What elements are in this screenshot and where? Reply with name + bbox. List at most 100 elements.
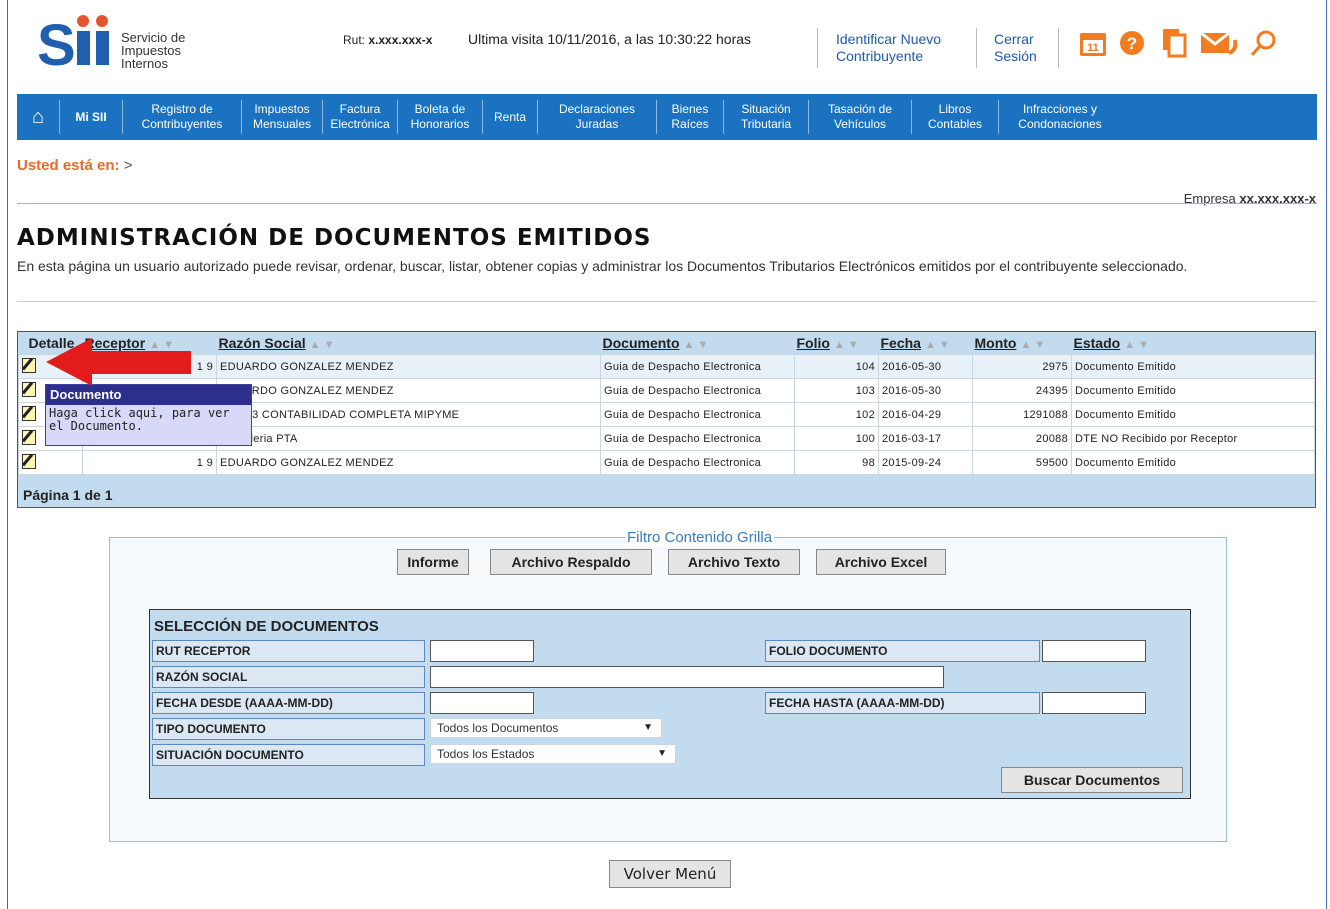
edit-document-icon[interactable] — [22, 357, 36, 373]
nav-renta[interactable]: Renta — [482, 100, 537, 134]
buscar-documentos-button[interactable]: Buscar Documentos — [1001, 767, 1183, 793]
page-title: ADMINISTRACIÓN DE DOCUMENTOS EMITIDOS — [17, 225, 652, 251]
help-icon[interactable]: ? — [1115, 25, 1149, 61]
archivo-respaldo-button[interactable]: Archivo Respaldo — [490, 549, 652, 575]
header-divider — [1058, 28, 1059, 68]
detail-cell — [18, 450, 83, 475]
folio-cell: 102 — [794, 402, 879, 427]
monto-cell: 20088 — [972, 426, 1072, 451]
selection-title: SELECCIÓN DE DOCUMENTOS — [154, 618, 379, 635]
edit-document-icon[interactable] — [22, 381, 36, 397]
nav-tasacion-vehiculos[interactable]: Tasación de Vehículos — [808, 100, 911, 134]
col-fecha[interactable]: Fecha ▲ ▼ — [879, 332, 973, 355]
divider — [17, 301, 1317, 302]
estado-cell: Documento Emitido — [1071, 450, 1315, 475]
col-razon-social[interactable]: Razón Social ▲ ▼ — [217, 332, 601, 355]
nav-impuestos-mensuales[interactable]: Impuestos Mensuales — [241, 100, 322, 134]
breadcrumb: Usted está en: > — [17, 157, 133, 174]
razon-cell: EDUARDO GONZALEZ MENDEZ — [216, 450, 601, 475]
fecha-hasta-input[interactable] — [1042, 692, 1146, 714]
fecha-cell: 2016-03-17 — [878, 426, 973, 451]
estado-cell: Documento Emitido — [1071, 402, 1315, 427]
monto-cell: 59500 — [972, 450, 1072, 475]
logo-text: Servicio de Impuestos Internos — [121, 30, 186, 71]
razon-social-label: RAZÓN SOCIAL — [152, 666, 425, 688]
search-icon[interactable] — [1246, 25, 1280, 61]
page-description: En esta página un usuario autorizado pue… — [17, 258, 1188, 274]
folio-cell: 103 — [794, 378, 879, 403]
tipo-documento-label: TIPO DOCUMENTO — [152, 718, 425, 740]
volver-menu-button[interactable]: Volver Menú — [609, 860, 731, 888]
monto-cell: 24395 — [972, 378, 1072, 403]
documento-cell: Guia de Despacho Electronica — [600, 402, 795, 427]
tooltip-body: Haga click aqui, para ver el Documento. — [49, 406, 230, 433]
receptor-cell: 1 9 — [82, 450, 217, 475]
sort-arrows-icon[interactable]: ▲ ▼ — [1020, 339, 1045, 351]
razon-cell: Panaderia PTA — [216, 426, 601, 451]
estado-cell: Documento Emitido — [1071, 378, 1315, 403]
calendar-icon[interactable]: 11 — [1076, 25, 1110, 61]
filter-legend: Filtro Contenido Grilla — [625, 529, 775, 546]
informe-button[interactable]: Informe — [397, 549, 469, 575]
edit-document-icon[interactable] — [22, 453, 36, 469]
col-estado[interactable]: Estado ▲ ▼ — [1072, 332, 1315, 355]
nav-registro-contribuyentes[interactable]: Registro de Contribuyentes — [122, 100, 241, 134]
documents-icon[interactable] — [1157, 25, 1191, 61]
col-folio[interactable]: Folio ▲ ▼ — [795, 332, 879, 355]
mail-icon[interactable] — [1198, 25, 1240, 61]
rut-display: Rut: x.xxx.xxx-x — [343, 33, 433, 47]
nav-infracciones-condonaciones[interactable]: Infracciones y Condonaciones — [998, 100, 1121, 134]
red-arrow-annotation — [46, 338, 191, 386]
header-divider — [976, 28, 977, 68]
document-tooltip: Documento Haga click aqui, para ver el D… — [45, 384, 252, 446]
monto-cell: 2975 — [972, 354, 1072, 379]
razon-social-input[interactable] — [430, 666, 944, 688]
nav-libros-contables[interactable]: Libros Contables — [911, 100, 998, 134]
nav-factura-electronica[interactable]: Factura Electrónica — [322, 100, 397, 134]
tooltip-title: Documento — [46, 385, 251, 405]
estado-cell: DTE NO Recibido por Receptor — [1071, 426, 1315, 451]
nav-home-icon[interactable]: ⌂ — [17, 100, 59, 134]
sort-arrows-icon[interactable]: ▲ ▼ — [310, 339, 335, 351]
svg-text:?: ? — [1127, 34, 1137, 53]
dropdown-caret-icon: ▼ — [657, 748, 667, 759]
fecha-hasta-label: FECHA HASTA (AAAA-MM-DD) — [765, 692, 1040, 714]
dropdown-caret-icon: ▼ — [643, 722, 653, 733]
documento-cell: Guia de Despacho Electronica — [600, 450, 795, 475]
rut-receptor-input[interactable] — [430, 640, 534, 662]
nav-declaraciones-juradas[interactable]: Declaraciones Juradas — [537, 100, 656, 134]
sort-arrows-icon[interactable]: ▲ ▼ — [834, 339, 859, 351]
identify-contribuyente-link[interactable]: Identificar Nuevo Contribuyente — [836, 31, 941, 65]
razon-cell: EDUARDO GONZALEZ MENDEZ — [216, 378, 601, 403]
calendar-day: 11 — [1087, 42, 1099, 54]
sort-arrows-icon[interactable]: ▲ ▼ — [1124, 339, 1149, 351]
nav-situacion-tributaria[interactable]: Situación Tributaria — [723, 100, 808, 134]
archivo-excel-button[interactable]: Archivo Excel — [816, 549, 946, 575]
sort-arrows-icon[interactable]: ▲ ▼ — [684, 339, 709, 351]
folio-documento-input[interactable] — [1042, 640, 1146, 662]
nav-boleta-honorarios[interactable]: Boleta de Honorarios — [397, 100, 482, 134]
pagination-label: Página 1 de 1 — [23, 487, 113, 503]
divider — [17, 203, 1317, 204]
fecha-desde-input[interactable] — [430, 692, 534, 714]
fecha-desde-label: FECHA DESDE (AAAA-MM-DD) — [152, 692, 425, 714]
razon-cell: EDUARDO GONZALEZ MENDEZ — [216, 354, 601, 379]
tipo-documento-select[interactable]: Todos los Documentos ▼ — [430, 718, 662, 738]
razon-cell: EBA 23 CONTABILIDAD COMPLETA MIPYME — [216, 402, 601, 427]
folio-cell: 100 — [794, 426, 879, 451]
header-divider — [817, 28, 818, 68]
archivo-texto-button[interactable]: Archivo Texto — [668, 549, 800, 575]
logout-link[interactable]: Cerrar Sesión — [994, 31, 1037, 65]
nav-mi-sii[interactable]: Mi SII — [59, 100, 122, 134]
nav-bienes-raices[interactable]: Bienes Raíces — [656, 100, 723, 134]
fecha-cell: 2016-05-30 — [878, 354, 973, 379]
situacion-documento-select[interactable]: Todos los Estados ▼ — [430, 744, 676, 764]
sort-arrows-icon[interactable]: ▲ ▼ — [925, 339, 950, 351]
monto-cell: 1291088 — [972, 402, 1072, 427]
fecha-cell: 2015-09-24 — [878, 450, 973, 475]
col-documento[interactable]: Documento ▲ ▼ — [601, 332, 795, 355]
sii-logo[interactable]: S — [37, 15, 117, 67]
edit-document-icon[interactable] — [22, 405, 36, 421]
edit-document-icon[interactable] — [22, 429, 36, 445]
col-monto[interactable]: Monto ▲ ▼ — [973, 332, 1072, 355]
